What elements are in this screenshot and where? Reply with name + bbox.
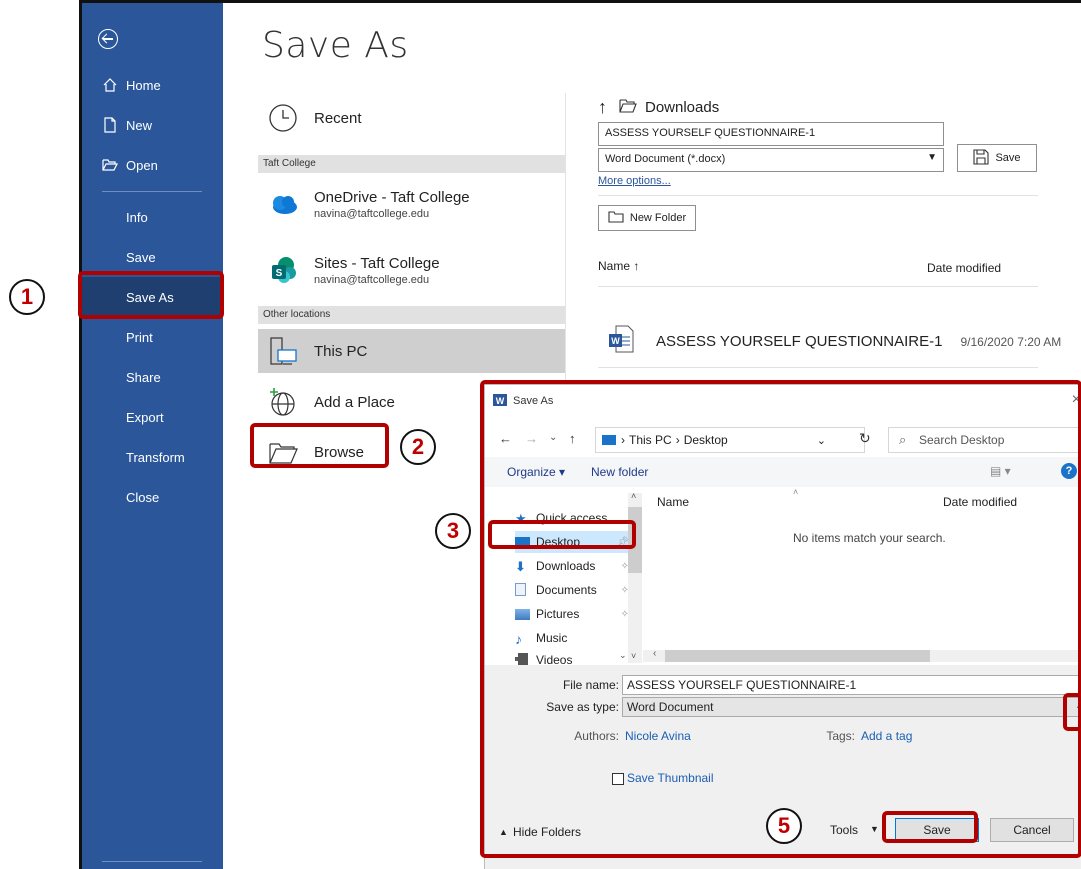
location-onedrive[interactable]: OneDrive - Taft College navina@taftcolle… [252, 187, 552, 221]
column-date-header[interactable]: Date modified [927, 261, 1001, 275]
nav-info[interactable]: Info [82, 197, 223, 237]
new-document-icon [102, 117, 118, 133]
save-label: Save [995, 152, 1021, 164]
save-button[interactable]: Save [957, 144, 1037, 172]
nav-label: Open [126, 157, 158, 173]
nav-label: Info [126, 209, 148, 225]
account-email: navina@taftcollege.edu [314, 273, 430, 286]
new-folder-button[interactable]: New Folder [598, 205, 696, 231]
nav-print[interactable]: Print [82, 317, 223, 357]
filename-input[interactable]: ASSESS YOURSELF QUESTIONNAIRE-1 [598, 122, 944, 146]
location-label: This PC [314, 342, 368, 360]
location-sites[interactable]: S Sites - Taft College navina@taftcolleg… [252, 253, 552, 287]
nav-label: Close [126, 489, 160, 505]
highlight-desktop [488, 520, 636, 549]
divider [598, 367, 1038, 368]
page-title: Save As [262, 25, 409, 66]
svg-text:W: W [611, 336, 620, 346]
highlight-type-dropdown [1063, 693, 1081, 731]
nav-open[interactable]: Open [82, 145, 223, 185]
current-folder: ↑ Downloads [598, 97, 719, 118]
new-folder-icon [608, 210, 624, 226]
account-email: navina@taftcollege.edu [314, 207, 430, 220]
filetype-select[interactable]: Word Document (*.docx) ▼ [598, 148, 944, 172]
divider [598, 195, 1038, 196]
dropdown-arrow-icon: ▼ [927, 152, 937, 163]
file-date: 9/16/2020 7:20 AM [960, 334, 1062, 349]
nav-label: Print [126, 329, 153, 345]
callout-step-1: 1 [9, 279, 45, 315]
section-heading: Taft College [258, 155, 566, 173]
location-label: Recent [314, 109, 362, 127]
more-options-link[interactable]: More options... [598, 175, 671, 187]
computer-icon [266, 334, 300, 368]
nav-new[interactable]: New [82, 105, 223, 145]
nav-label: Share [126, 369, 161, 385]
file-name: ASSESS YOURSELF QUESTIONNAIRE-1 [656, 333, 943, 350]
svg-text:S: S [276, 268, 283, 279]
location-this-pc[interactable]: This PC [252, 334, 552, 368]
section-heading: Other locations [258, 306, 566, 324]
callout-step-3: 3 [435, 513, 471, 549]
folder-icon [619, 98, 637, 117]
highlight-browse [250, 423, 389, 468]
backstage-nav: Home New Open Info Save Save As Print Sh… [82, 3, 223, 869]
callout-step-5: 5 [766, 808, 802, 844]
column-name-header[interactable]: Name ↑ [598, 259, 639, 273]
nav-transform[interactable]: Transform [82, 437, 223, 477]
nav-home[interactable]: Home [82, 65, 223, 105]
file-row[interactable]: W ASSESS YOURSELF QUESTIONNAIRE-1 9/16/2… [608, 325, 1061, 358]
nav-divider [102, 861, 202, 862]
location-recent[interactable]: Recent [252, 101, 552, 135]
location-label: OneDrive - Taft College [314, 188, 470, 206]
nav-close[interactable]: Close [82, 477, 223, 517]
nav-label: Export [126, 409, 164, 425]
nav-label: Save [126, 249, 156, 265]
nav-export[interactable]: Export [82, 397, 223, 437]
up-arrow-icon[interactable]: ↑ [598, 97, 607, 118]
callout-step-2: 2 [400, 429, 436, 465]
back-arrow-icon[interactable] [98, 29, 118, 49]
highlight-dialog [480, 380, 1081, 858]
globe-add-icon [266, 385, 300, 419]
nav-label: Home [126, 77, 161, 93]
save-floppy-icon [973, 148, 990, 168]
new-folder-label: New Folder [629, 212, 687, 224]
location-label: Sites - Taft College [314, 254, 440, 272]
divider [598, 286, 1038, 287]
sharepoint-icon: S [266, 253, 300, 287]
nav-divider [102, 191, 202, 192]
nav-label: New [126, 117, 153, 133]
folder-name: Downloads [645, 99, 720, 116]
highlight-save [882, 811, 978, 843]
nav-label: Transform [126, 449, 185, 465]
highlight-save-as [78, 271, 224, 319]
folder-open-icon [102, 157, 118, 173]
nav-share[interactable]: Share [82, 357, 223, 397]
word-document-icon: W [608, 325, 634, 358]
onedrive-cloud-icon [266, 187, 300, 221]
location-label: Add a Place [314, 393, 395, 411]
filetype-value: Word Document (*.docx) [605, 153, 726, 165]
clock-icon [266, 101, 300, 135]
home-icon [102, 77, 118, 93]
